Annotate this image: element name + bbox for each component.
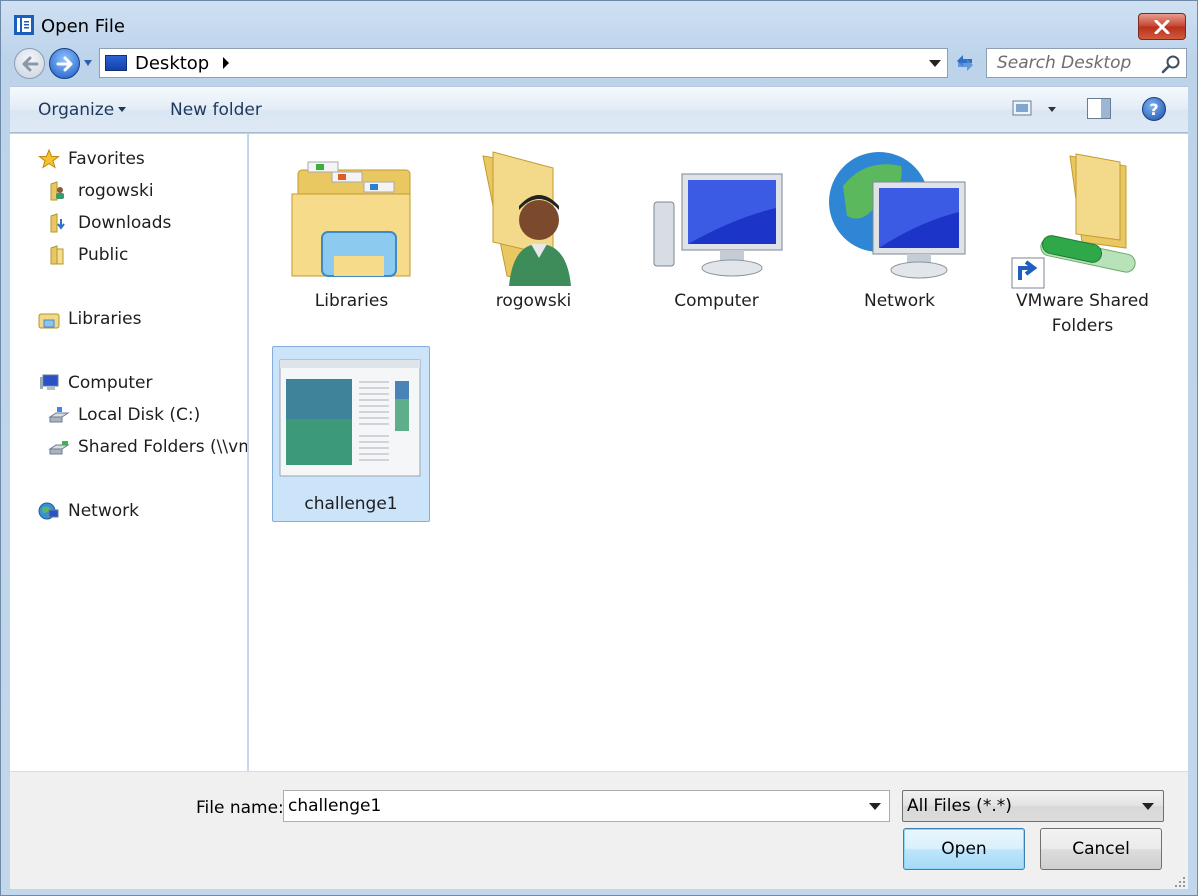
file-name-combobox[interactable]	[283, 790, 890, 822]
nav-favorites[interactable]: Favorites	[38, 149, 145, 169]
file-name-dropdown-icon[interactable]	[869, 803, 881, 810]
open-file-app-icon	[14, 15, 34, 35]
libraries-folder-icon	[291, 161, 411, 277]
file-item-computer[interactable]: Computer	[638, 144, 795, 316]
close-icon	[1154, 19, 1170, 34]
file-item-label-line2: Folders	[1051, 316, 1114, 336]
file-item-label: Computer	[674, 291, 759, 311]
view-options-dropdown-icon[interactable]	[1048, 107, 1056, 112]
libraries-icon	[38, 313, 60, 329]
nav-network[interactable]: Network	[38, 501, 139, 521]
document-thumbnail-icon	[279, 359, 421, 477]
nav-item-label: Shared Folders (\\vm	[78, 437, 248, 457]
nav-favorites-label: Favorites	[68, 149, 145, 169]
recent-locations-dropdown-icon[interactable]	[83, 59, 93, 67]
file-item-rogowski[interactable]: rogowski	[455, 144, 612, 316]
resize-grip-icon[interactable]	[1173, 875, 1187, 889]
nav-item-local-disk[interactable]: Local Disk (C:)	[48, 405, 200, 425]
star-icon	[38, 149, 60, 169]
nav-libraries-label: Libraries	[68, 309, 142, 329]
command-toolbar: Organize New folder ?	[10, 86, 1188, 133]
computer-icon	[653, 173, 783, 277]
file-item-label: rogowski	[495, 291, 572, 311]
address-location[interactable]: Desktop	[135, 53, 209, 74]
network-drive-icon	[48, 441, 70, 455]
file-name-input[interactable]	[284, 791, 854, 821]
shared-folder-shortcut-icon	[1011, 153, 1136, 289]
network-globe-icon	[829, 152, 966, 279]
file-item-label: Libraries	[314, 291, 389, 311]
file-item-challenge1[interactable]: challenge1	[272, 346, 430, 522]
desktop-icon	[105, 55, 127, 71]
local-disk-icon	[48, 407, 70, 423]
back-button[interactable]	[14, 48, 45, 79]
file-item-network[interactable]: Network	[821, 144, 978, 316]
user-folder-icon	[50, 181, 64, 201]
file-item-label: Network	[864, 291, 935, 311]
back-arrow-icon	[22, 56, 38, 71]
downloads-folder-icon	[50, 213, 65, 233]
nav-item-label: Public	[78, 245, 129, 265]
file-type-value: All Files (*.*)	[907, 796, 1012, 816]
file-item-vmware-shared-folders[interactable]: VMware Shared Folders	[1004, 144, 1161, 344]
folder-icon	[50, 245, 64, 265]
nav-libraries[interactable]: Libraries	[38, 309, 141, 329]
file-selection-area: File name: All Files (*.*) Open Cancel	[10, 771, 1188, 889]
open-file-dialog: Open File Desktop Search Desktop Organiz…	[0, 0, 1198, 896]
file-list-pane: Libraries rogowski Computer Network VMwa…	[249, 134, 1188, 771]
nav-computer-label: Computer	[68, 373, 153, 393]
file-type-select[interactable]: All Files (*.*)	[902, 790, 1164, 822]
address-bar[interactable]: Desktop	[99, 48, 948, 78]
file-name-label: File name:	[196, 798, 284, 818]
title-bar: Open File	[1, 1, 1197, 45]
network-icon	[38, 502, 59, 520]
organize-button[interactable]: Organize	[38, 100, 114, 120]
help-button[interactable]: ?	[1142, 97, 1166, 121]
refresh-button[interactable]	[950, 48, 980, 78]
file-item-label-line1: VMware Shared	[1016, 291, 1149, 311]
file-type-dropdown-icon	[1142, 803, 1154, 810]
nav-item-public[interactable]: Public	[48, 245, 128, 265]
preview-pane-icon[interactable]	[1087, 98, 1111, 119]
nav-item-label: Downloads	[78, 213, 172, 233]
nav-item-label: Local Disk (C:)	[78, 405, 201, 425]
search-box[interactable]	[986, 48, 1187, 78]
file-item-label: challenge1	[304, 494, 398, 514]
nav-item-shared-folders[interactable]: Shared Folders (\\vm	[48, 437, 248, 457]
breadcrumb-chevron-icon[interactable]	[223, 57, 230, 69]
open-button[interactable]: Open	[903, 828, 1025, 870]
computer-icon	[40, 374, 59, 390]
nav-network-label: Network	[68, 501, 139, 521]
search-input[interactable]	[987, 49, 1157, 77]
cancel-button[interactable]: Cancel	[1040, 828, 1162, 870]
address-dropdown-icon[interactable]	[929, 60, 941, 67]
nav-item-rogowski[interactable]: rogowski	[48, 181, 154, 201]
user-folder-icon	[482, 151, 571, 286]
change-view-icon[interactable]	[1012, 99, 1032, 117]
forward-arrow-icon	[56, 56, 72, 71]
search-icon[interactable]	[1161, 54, 1181, 74]
nav-computer[interactable]: Computer	[38, 373, 153, 393]
file-item-libraries[interactable]: Libraries	[273, 144, 430, 316]
nav-item-label: rogowski	[78, 181, 154, 201]
close-button[interactable]	[1138, 13, 1186, 40]
organize-dropdown-icon[interactable]	[118, 107, 126, 112]
new-folder-button[interactable]: New folder	[170, 100, 262, 120]
nav-item-downloads[interactable]: Downloads	[48, 213, 171, 233]
refresh-icon	[957, 55, 973, 71]
window-title: Open File	[41, 16, 125, 37]
navigation-pane: Favorites rogowski Downloads Public Libr…	[10, 134, 248, 771]
forward-button[interactable]	[49, 48, 80, 79]
